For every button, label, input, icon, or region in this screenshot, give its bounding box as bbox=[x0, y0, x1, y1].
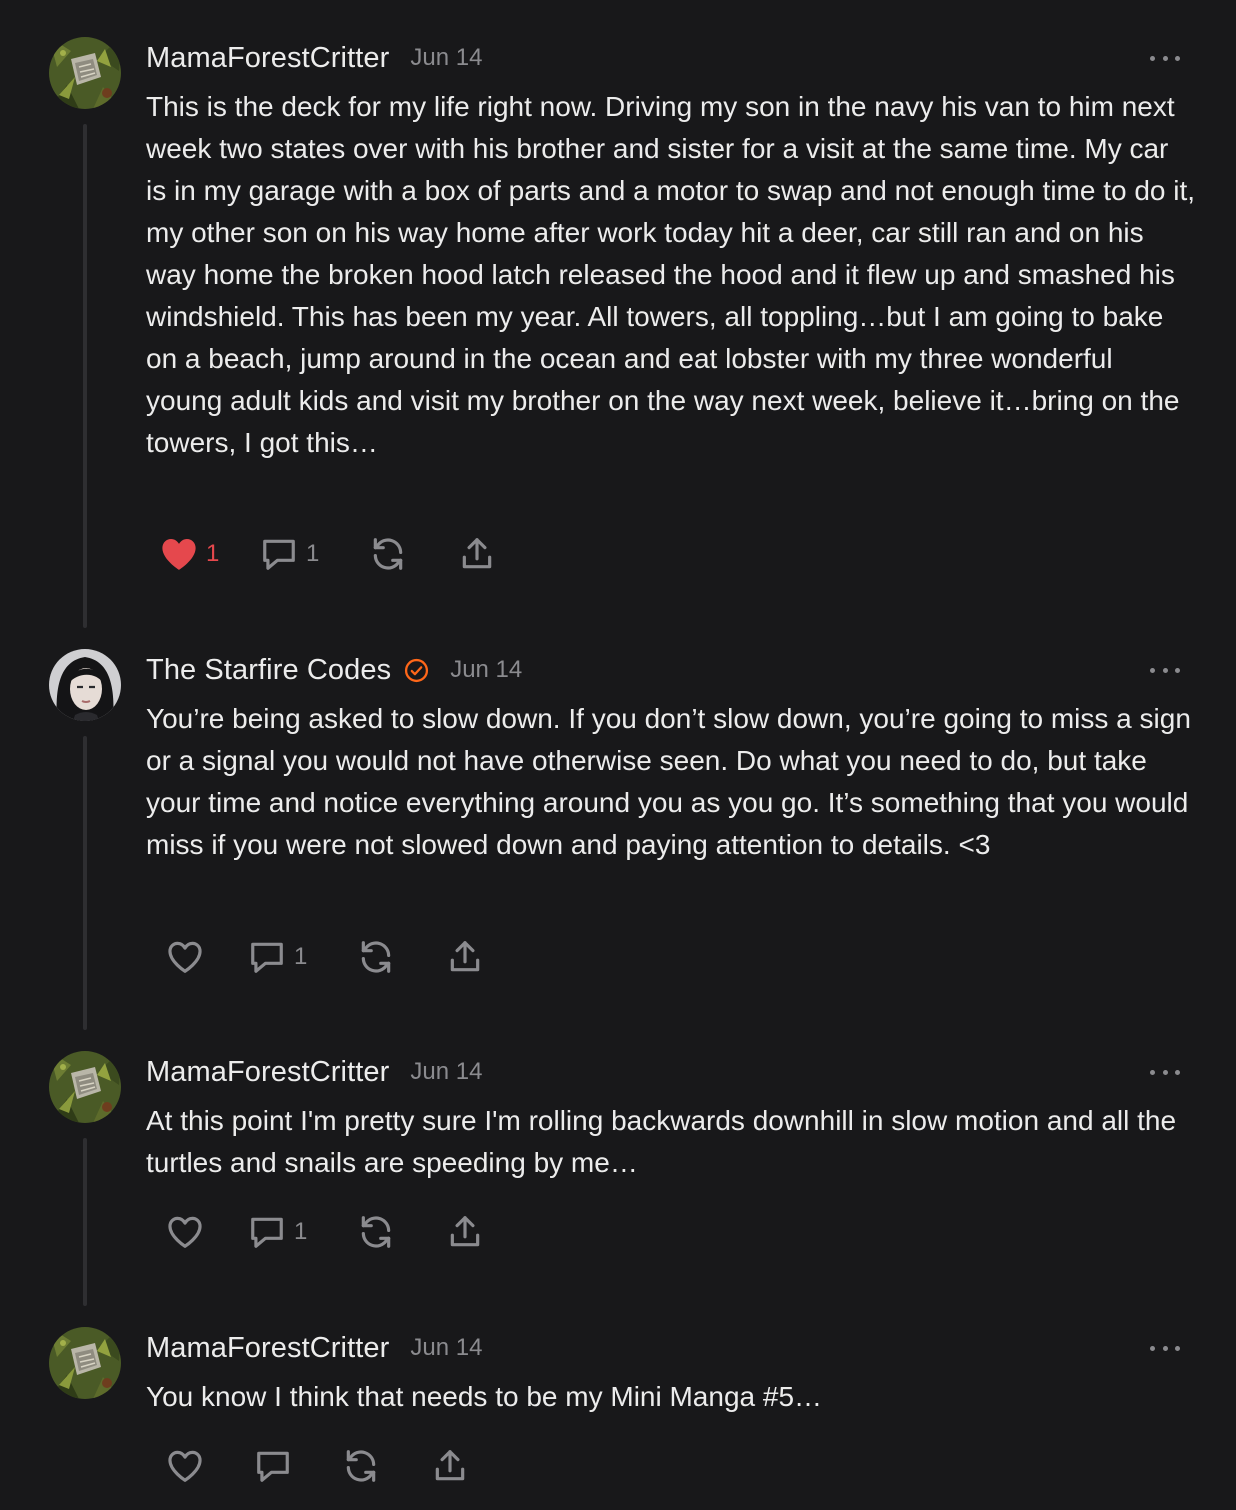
reply-button[interactable]: 1 bbox=[248, 935, 307, 979]
more-options-button[interactable] bbox=[1150, 660, 1180, 680]
restack-arrows-icon bbox=[373, 538, 403, 570]
comment-header: The Starfire Codes Jun 14 bbox=[146, 652, 522, 688]
comment-text: You know I think that needs to be my Min… bbox=[146, 1381, 823, 1412]
share-upload-icon bbox=[462, 538, 492, 569]
share-button[interactable] bbox=[446, 935, 484, 979]
ellipsis-icon bbox=[1150, 55, 1155, 61]
restack-button[interactable] bbox=[357, 935, 395, 979]
heart-icon bbox=[168, 941, 202, 973]
heart-icon bbox=[168, 1450, 202, 1482]
restack-button[interactable] bbox=[342, 1444, 380, 1488]
comment-bubble-icon bbox=[251, 1217, 283, 1248]
author-name[interactable]: The Starfire Codes bbox=[146, 654, 391, 687]
thread-line bbox=[83, 736, 87, 1030]
comment-text: You’re being asked to slow down. If you … bbox=[146, 703, 1191, 860]
restack-button[interactable] bbox=[369, 532, 407, 576]
like-button[interactable] bbox=[166, 1444, 204, 1488]
share-button[interactable] bbox=[446, 1210, 484, 1254]
share-button[interactable] bbox=[431, 1444, 469, 1488]
avatar-the-starfire-codes[interactable] bbox=[49, 649, 121, 721]
comment-text: At this point I'm pretty sure I'm rollin… bbox=[146, 1105, 1177, 1178]
comment-date[interactable]: Jun 14 bbox=[450, 656, 522, 684]
ellipsis-icon bbox=[1150, 1345, 1155, 1351]
like-count: 1 bbox=[206, 540, 220, 567]
avatar-mamaforestcritter[interactable] bbox=[49, 1051, 121, 1123]
comment-bubble-icon bbox=[263, 539, 295, 570]
avatar-mamaforestcritter[interactable] bbox=[49, 37, 121, 109]
comment-text: This is the deck for my life right now. … bbox=[146, 91, 1196, 458]
reply-button[interactable] bbox=[254, 1444, 292, 1488]
comment-1: MamaForestCritter Jun 14 This is the dec… bbox=[0, 0, 1236, 630]
author-name[interactable]: MamaForestCritter bbox=[146, 1056, 389, 1089]
comment-header: MamaForestCritter Jun 14 bbox=[146, 1330, 482, 1366]
comment-2: The Starfire Codes Jun 14 You’re being a… bbox=[0, 612, 1236, 1032]
comment-date[interactable]: Jun 14 bbox=[410, 44, 482, 72]
restack-arrows-icon bbox=[361, 1216, 391, 1248]
heart-icon bbox=[168, 1216, 202, 1248]
comment-date[interactable]: Jun 14 bbox=[410, 1058, 482, 1086]
comment-actions: 1 bbox=[0, 935, 600, 979]
ellipsis-icon bbox=[1150, 1069, 1155, 1075]
more-options-button[interactable] bbox=[1150, 1338, 1180, 1358]
comment-thread: MamaForestCritter Jun 14 This is the dec… bbox=[0, 0, 1236, 1510]
reply-count: 1 bbox=[306, 540, 320, 567]
ellipsis-icon bbox=[1150, 667, 1155, 673]
heart-icon bbox=[162, 538, 196, 570]
comment-actions bbox=[0, 1444, 600, 1488]
reply-count: 1 bbox=[294, 943, 308, 970]
like-button[interactable]: 1 bbox=[160, 532, 219, 576]
comment-header: MamaForestCritter Jun 14 bbox=[146, 1054, 482, 1090]
restack-arrows-icon bbox=[361, 941, 391, 973]
avatar-mamaforestcritter[interactable] bbox=[49, 1327, 121, 1399]
reply-button[interactable]: 1 bbox=[260, 532, 319, 576]
comment-bubble-icon bbox=[251, 942, 283, 973]
comment-date[interactable]: Jun 14 bbox=[410, 1334, 482, 1362]
share-button[interactable] bbox=[458, 532, 496, 576]
comment-4: MamaForestCritter Jun 14 You know I thin… bbox=[0, 1290, 1236, 1510]
more-options-button[interactable] bbox=[1150, 1062, 1180, 1082]
share-upload-icon bbox=[450, 941, 480, 972]
restack-arrows-icon bbox=[346, 1450, 376, 1482]
comment-bubble-icon bbox=[257, 1451, 289, 1482]
more-options-button[interactable] bbox=[1150, 48, 1180, 68]
comment-actions: 1 1 bbox=[0, 532, 600, 576]
author-name[interactable]: MamaForestCritter bbox=[146, 1332, 389, 1365]
author-name[interactable]: MamaForestCritter bbox=[146, 42, 389, 75]
verified-check-icon bbox=[404, 658, 429, 683]
comment-header: MamaForestCritter Jun 14 bbox=[146, 40, 482, 76]
restack-button[interactable] bbox=[357, 1210, 395, 1254]
like-button[interactable] bbox=[166, 1210, 204, 1254]
comment-3: MamaForestCritter Jun 14 At this point I… bbox=[0, 1014, 1236, 1309]
reply-button[interactable]: 1 bbox=[248, 1210, 307, 1254]
like-button[interactable] bbox=[166, 935, 204, 979]
share-upload-icon bbox=[435, 1450, 465, 1481]
share-upload-icon bbox=[450, 1216, 480, 1247]
reply-count: 1 bbox=[294, 1218, 308, 1245]
comment-actions: 1 bbox=[0, 1210, 600, 1254]
